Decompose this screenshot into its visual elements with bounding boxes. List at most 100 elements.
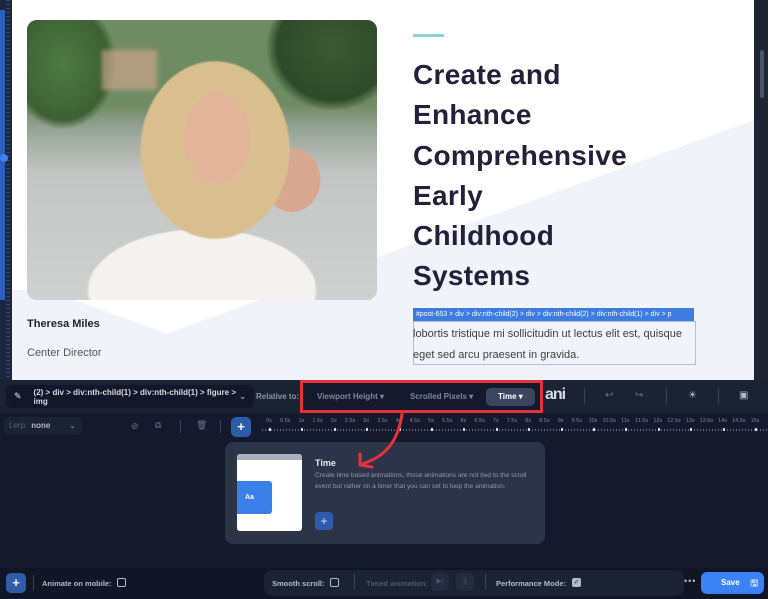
- element-selector-dropdown[interactable]: ✎ (2) > div > div:nth-child(1) > div:nth…: [6, 385, 254, 408]
- headline-line: Early: [413, 179, 483, 211]
- timeline-label: 12s: [653, 418, 663, 424]
- ruler-ticks: [6, 0, 10, 380]
- divider: [180, 420, 181, 433]
- add-keyframe-button[interactable]: +: [231, 417, 251, 437]
- timeline-label: 15s: [750, 418, 760, 424]
- relative-option-time[interactable]: Time ▾: [486, 388, 535, 406]
- smooth-scroll-checkbox[interactable]: [330, 578, 339, 587]
- link-icon[interactable]: ⊘: [131, 421, 139, 432]
- timeline-ruler[interactable]: 0s 0.5s 1s 1.5s 2s 2.5s 3s 3.5s 4s 4.5s 5s 5.5s 6s 6.…: [262, 418, 768, 438]
- more-options-icon[interactable]: •••: [684, 576, 696, 586]
- timeline-label: 1.5s: [312, 418, 323, 424]
- timeline-major-tick: [690, 428, 693, 431]
- chevron-down-icon: ⌄: [69, 421, 76, 430]
- save-button[interactable]: Save 🖫: [701, 572, 764, 594]
- headline-line: Enhance: [413, 99, 532, 131]
- background-shape: [12, 290, 392, 380]
- relative-option-viewport-height[interactable]: Viewport Height ▾: [317, 388, 384, 406]
- timeline-major-tick: [722, 428, 725, 431]
- timeline-major-tick: [333, 428, 336, 431]
- timeline-major-tick: [625, 428, 628, 431]
- headline-line: Childhood: [413, 220, 555, 252]
- animate-mobile-label: Animate on mobile:: [42, 579, 112, 588]
- timeline-major-tick: [593, 428, 595, 431]
- timeline-major-tick: [431, 428, 433, 431]
- settings-group: [264, 570, 684, 596]
- option-label: Time: [498, 392, 517, 401]
- timeline-label: 0.5s: [279, 418, 291, 424]
- divider: [33, 575, 34, 590]
- selector-path: (2) > div > div:nth-child(1) > div:nth-c…: [33, 387, 237, 406]
- thumbnail-text-block: Aa: [237, 481, 272, 514]
- timeline-major-tick: [463, 428, 466, 431]
- thumbnail-header: [237, 454, 302, 460]
- card-description: Create time based animations, those anim…: [315, 472, 527, 490]
- copy-icon[interactable]: ⧉: [155, 420, 161, 431]
- ruler-handle[interactable]: [0, 154, 8, 162]
- undo-icon[interactable]: ↩: [605, 390, 613, 401]
- redo-icon[interactable]: ↪: [635, 390, 643, 401]
- add-time-animation-button[interactable]: +: [315, 512, 333, 530]
- timeline-label: 0s: [266, 418, 272, 424]
- theme-toggle-icon[interactable]: ☀: [688, 390, 697, 401]
- timeline-label: 14.5s: [732, 418, 746, 424]
- card-title: Time: [315, 458, 336, 468]
- person-name: Theresa Miles: [27, 318, 100, 330]
- play-step-button[interactable]: ▶|: [431, 573, 449, 591]
- preview-scrollbar[interactable]: [754, 0, 768, 380]
- editor-root: Theresa Miles Center Director Create and…: [0, 0, 768, 599]
- portrait-image[interactable]: [27, 20, 377, 300]
- timeline-major-tick: [755, 428, 757, 431]
- headline-line: Create and: [413, 59, 561, 90]
- headline-line: Systems: [413, 260, 531, 292]
- save-label: Save: [721, 578, 740, 587]
- timed-animation-label: Timed animation:: [366, 579, 428, 588]
- relative-option-scrolled-pixels[interactable]: Scrolled Pixels ▾: [410, 388, 473, 406]
- divider: [220, 420, 221, 433]
- timeline-label: 12.5s: [667, 418, 681, 424]
- lerp-select[interactable]: Lerp. none ⌄: [4, 417, 82, 435]
- timeline-major-tick: [560, 428, 563, 431]
- animate-mobile-checkbox[interactable]: [117, 578, 126, 587]
- divider: [584, 388, 585, 404]
- timeline-label: 5s: [428, 418, 434, 424]
- accent-line: [413, 34, 444, 37]
- timeline-label: 14s: [718, 418, 728, 424]
- photo-building: [102, 50, 157, 90]
- relative-to-group: Viewport Height ▾ Scrolled Pixels ▾ Time…: [300, 380, 543, 413]
- headline: Create and Enhance Comprehensive Early C…: [413, 55, 713, 297]
- timeline-label: 8s: [525, 418, 532, 424]
- photo-tree: [267, 20, 377, 110]
- option-label: Scrolled Pixels: [410, 392, 467, 401]
- timeline-label: 6.5s: [474, 418, 485, 424]
- divider: [666, 388, 667, 404]
- smooth-scroll-label: Smooth scroll:: [272, 579, 325, 588]
- add-button[interactable]: +: [6, 573, 26, 593]
- scrollbar-thumb[interactable]: [760, 50, 764, 98]
- card-thumbnail: Aa: [237, 454, 302, 531]
- divider: [485, 574, 486, 590]
- timeline-label: 7.5s: [506, 418, 518, 424]
- timeline-label: 10.5s: [602, 418, 616, 424]
- timeline-label: 10s: [588, 418, 598, 424]
- timeline-major-tick: [528, 428, 531, 431]
- timeline-label: 9.5s: [571, 418, 582, 424]
- vertical-ruler[interactable]: [0, 0, 12, 380]
- clipboard-icon[interactable]: ▣: [739, 390, 748, 401]
- lerp-value: none: [31, 421, 51, 430]
- chevron-down-icon: ⌄: [239, 392, 246, 401]
- timeline-label: 2s: [330, 418, 337, 424]
- headline-line: Comprehensive: [413, 139, 627, 171]
- timeline-major-tick: [269, 428, 271, 431]
- timeline-label: 11s: [621, 418, 630, 424]
- option-label: Viewport Height: [317, 392, 378, 401]
- selected-paragraph[interactable]: lobortis tristique mi sollicitudin ut le…: [413, 324, 703, 366]
- floppy-disk-icon: 🖫: [750, 578, 758, 588]
- trash-icon[interactable]: 🗑: [196, 420, 207, 431]
- timeline-label: 11.5s: [635, 418, 649, 424]
- pause-button[interactable]: ||: [456, 573, 474, 591]
- performance-mode-checkbox[interactable]: ✓: [572, 578, 581, 587]
- performance-mode-label: Performance Mode:: [496, 579, 567, 588]
- pencil-icon: ✎: [14, 391, 22, 401]
- selected-element-label: #post-653 > div > div:nth-child(2) > div…: [413, 308, 694, 321]
